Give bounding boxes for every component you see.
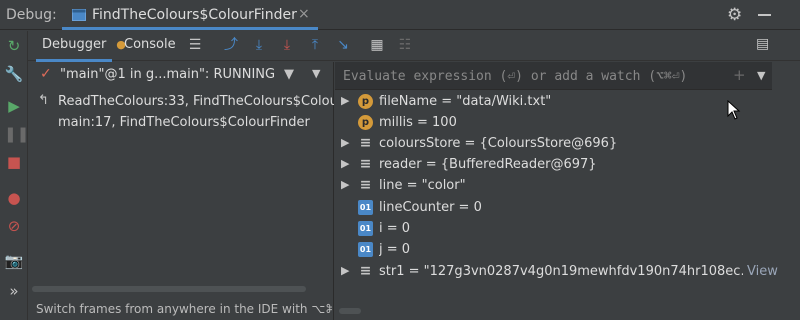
frame-label: main:17, FindTheColours$ColourFinder	[58, 115, 310, 130]
variable-text: j = 0	[379, 242, 411, 257]
watch-bar: + ▼	[335, 62, 772, 90]
variable-row[interactable]: ▶ ≡ str1 = "127g3vn0287v4g0n19mewhfdv190…	[335, 262, 800, 283]
parameter-icon: p	[358, 115, 373, 130]
run-to-cursor-icon[interactable]: ↘	[334, 36, 352, 54]
primitive-icon: 01	[358, 242, 373, 257]
menu-icon[interactable]: ☰	[186, 36, 204, 54]
gear-icon[interactable]: ⚙	[727, 5, 742, 25]
expand-arrow-icon[interactable]: ▶	[341, 264, 349, 277]
horizontal-scrollbar[interactable]	[339, 308, 361, 314]
variable-text: reader = {BufferedReader@697}	[379, 157, 597, 172]
chevron-down-icon[interactable]: ▼	[757, 69, 765, 82]
frame-item[interactable]: ↰ ReadTheColours:33, FindTheColours$Colo…	[28, 92, 334, 112]
thread-label: "main"@1 in g...main": RUNNING	[60, 67, 276, 82]
variable-row[interactable]: ▶ ≡ reader = {BufferedReader@697}	[335, 155, 800, 176]
variable-text: i = 0	[379, 221, 411, 236]
step-out-icon[interactable]: ⤒	[306, 36, 324, 54]
variable-text: millis = 100	[379, 115, 457, 130]
run-config-icon	[72, 9, 86, 21]
mute-breakpoints-icon[interactable]: ⊘	[4, 216, 24, 236]
frame-label: ReadTheColours:33, FindTheColours$Colour…	[58, 94, 334, 109]
tab-title: FindTheColours$ColourFinder	[92, 7, 297, 23]
variable-text: fileName = "data/Wiki.txt"	[379, 94, 552, 109]
stop-icon[interactable]: ■	[4, 152, 24, 172]
modify-run-config-icon[interactable]: 🔧	[4, 64, 24, 84]
debugger-toolbar: Debugger ● Console ☰ ⤴ ⤓ ⤓ ⤒ ↘ ▦ ☷ ▤	[28, 31, 800, 62]
add-watch-icon[interactable]: +	[733, 66, 746, 84]
check-icon: ✓	[40, 66, 52, 82]
show-execution-point-icon[interactable]: ⤴	[222, 36, 240, 54]
trace-icon[interactable]: ☷	[396, 36, 414, 54]
evaluate-expression-icon[interactable]: ▦	[368, 36, 386, 54]
variable-row[interactable]: 01 lineCounter = 0	[335, 198, 800, 219]
close-icon[interactable]: ×	[298, 6, 310, 22]
view-link[interactable]: View	[747, 264, 778, 279]
variable-row[interactable]: ▶ ≡ line = "color"	[335, 176, 800, 197]
view-breakpoints-icon[interactable]: ●	[4, 188, 24, 208]
debug-titlebar: Debug: FindTheColours$ColourFinder × ⚙	[0, 0, 800, 30]
resume-icon[interactable]: ▶	[4, 96, 24, 116]
filter-icon[interactable]: ▼	[284, 67, 294, 82]
thread-selector[interactable]: ✓ "main"@1 in g...main": RUNNING ▼ ▼	[28, 62, 334, 88]
variable-row[interactable]: 01 i = 0	[335, 219, 800, 240]
field-object-icon: ≡	[359, 263, 372, 279]
rerun-icon[interactable]: ↻	[4, 36, 24, 56]
variable-text: coloursStore = {ColoursStore@696}	[379, 136, 618, 151]
camera-icon[interactable]: 📷	[4, 251, 24, 271]
frame-item[interactable]: main:17, FindTheColours$ColourFinder	[28, 113, 334, 133]
debug-side-toolbar: ↻ 🔧 ▶ ❚❚ ■ ● ⊘ 📷 »	[0, 31, 29, 320]
expand-arrow-icon[interactable]: ▶	[341, 136, 349, 149]
variable-text: line = "color"	[379, 178, 466, 193]
mouse-cursor-icon	[727, 100, 741, 120]
debug-label: Debug:	[6, 7, 57, 23]
force-step-into-icon[interactable]: ⤓	[278, 36, 296, 54]
tab-findthecolours[interactable]: FindTheColours$ColourFinder ×	[62, 0, 318, 30]
primitive-icon: 01	[358, 221, 373, 236]
layout-settings-icon[interactable]: ▤	[756, 36, 769, 52]
field-object-icon: ≡	[359, 177, 372, 193]
more-icon[interactable]: »	[4, 281, 24, 301]
switch-frames-hint: Switch frames from anywhere in the IDE w…	[36, 302, 332, 316]
expand-arrow-icon[interactable]: ▶	[341, 94, 349, 107]
horizontal-scrollbar[interactable]	[32, 286, 306, 292]
minimize-icon[interactable]	[758, 14, 771, 16]
parameter-icon: p	[358, 94, 373, 109]
expand-arrow-icon[interactable]: ▶	[341, 178, 349, 191]
field-object-icon: ≡	[359, 135, 372, 151]
pause-icon[interactable]: ❚❚	[4, 124, 29, 144]
expand-arrow-icon[interactable]: ▶	[341, 157, 349, 170]
variable-text: str1 = "127g3vn0287v4g0n19mewhfdv190n74h…	[379, 264, 743, 279]
return-arrow-icon: ↰	[38, 93, 49, 108]
variable-row[interactable]: ▶ ≡ coloursStore = {ColoursStore@696}	[335, 134, 800, 155]
chevron-down-icon[interactable]: ▼	[312, 67, 320, 80]
field-object-icon: ≡	[359, 156, 372, 172]
variable-row[interactable]: 01 j = 0	[335, 240, 800, 261]
primitive-icon: 01	[358, 200, 373, 215]
tab-console[interactable]: Console	[124, 37, 176, 52]
tab-debugger[interactable]: Debugger	[35, 37, 113, 62]
evaluate-expression-input[interactable]	[343, 67, 733, 85]
frames-panel: ✓ "main"@1 in g...main": RUNNING ▼ ▼ ↰ R…	[28, 62, 334, 320]
step-over-icon[interactable]: ⤓	[250, 36, 268, 54]
variable-text: lineCounter = 0	[379, 200, 482, 215]
